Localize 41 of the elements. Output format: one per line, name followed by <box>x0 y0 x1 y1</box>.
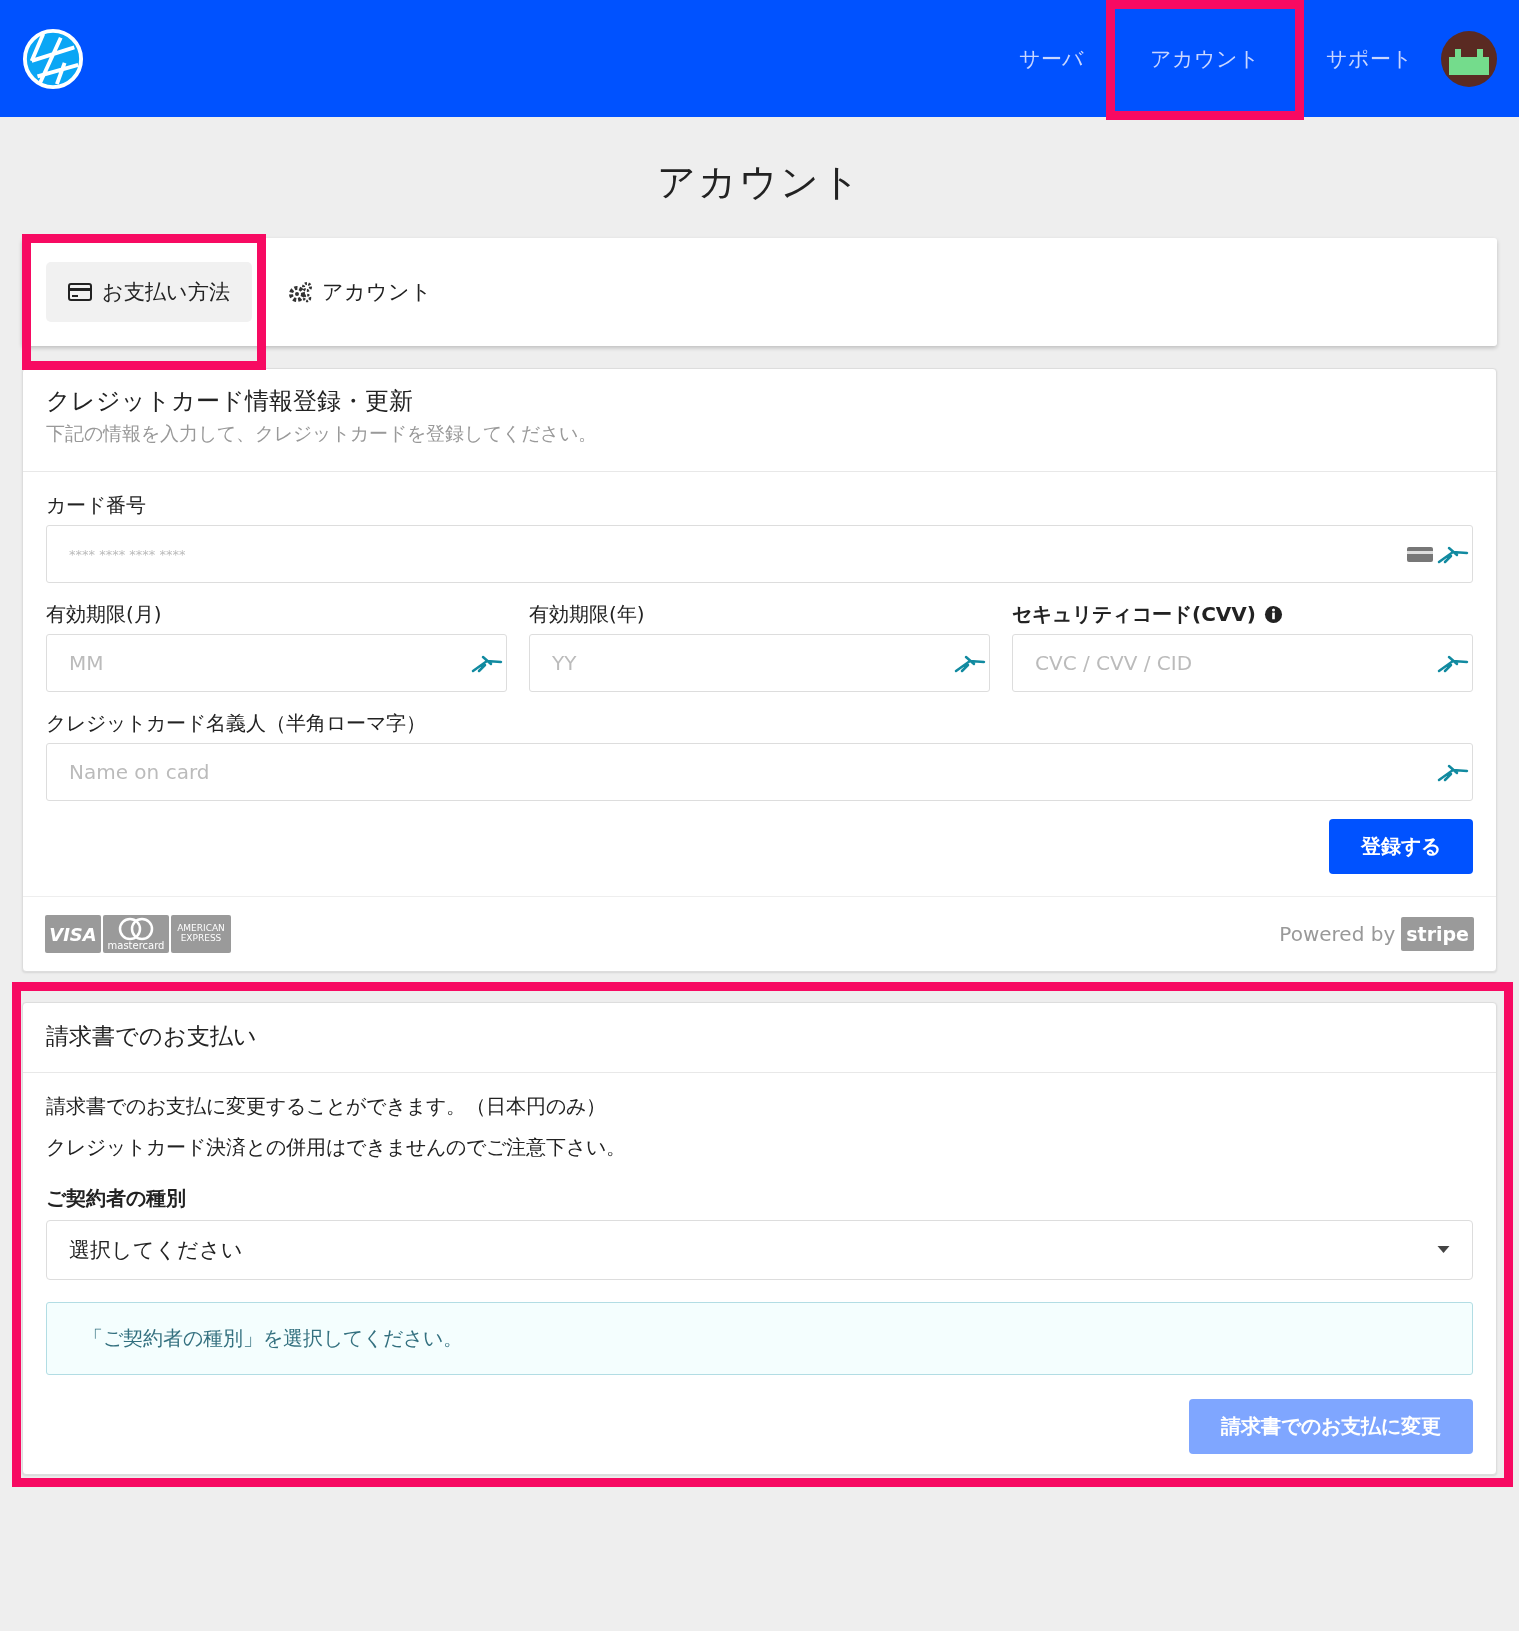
input-field[interactable]: Name on card <box>46 743 1473 801</box>
register-button[interactable]: 登録する <box>1329 819 1473 874</box>
card-brand-logo: AMERICAN EXPRESS <box>171 915 231 953</box>
powered-by-text: Powered by <box>1279 922 1396 946</box>
input-field[interactable]: **** **** **** **** <box>46 525 1473 583</box>
swoosh-icon <box>1437 544 1469 564</box>
field-label: ご契約者の種別 <box>46 1185 187 1212</box>
swoosh-icon <box>1437 762 1469 782</box>
stripe-logo: stripe <box>1401 917 1474 951</box>
tab[interactable]: アカウント <box>266 262 454 322</box>
card-brand-logo: VISA <box>45 915 101 953</box>
input-field[interactable]: CVC / CVV / CID <box>1012 634 1473 692</box>
field-label: クレジットカード名義人（半角ローマ字） <box>46 710 426 737</box>
avatar-icon[interactable] <box>1441 30 1497 87</box>
panel-title: クレジットカード情報登録・更新 <box>46 386 414 417</box>
swoosh-icon <box>471 653 503 673</box>
field-label: セキュリティコード(CVV) <box>1012 601 1256 628</box>
field-label: 有効期限(月) <box>46 601 162 628</box>
credit-card-icon <box>68 283 92 301</box>
input-field[interactable]: YY <box>529 634 990 692</box>
contractor-type-select[interactable]: 選択してください <box>46 1220 1473 1280</box>
gears-icon <box>288 281 312 303</box>
field-label: 有効期限(年) <box>529 601 645 628</box>
nav-link[interactable]: サポート <box>1304 0 1435 117</box>
tab[interactable]: お支払い方法 <box>46 262 252 322</box>
logo-icon[interactable] <box>22 27 84 90</box>
swoosh-icon <box>1437 653 1469 673</box>
nav-link[interactable]: サーバ <box>997 0 1106 117</box>
credit-card-icon <box>1407 545 1435 563</box>
page-title: アカウント <box>656 159 863 206</box>
panel-title: 請求書でのお支払い <box>23 1003 1496 1073</box>
nav-link[interactable]: アカウント <box>1106 0 1304 117</box>
info-text: クレジットカード決済との併用はできませんのでご注意下さい。 <box>46 1134 627 1161</box>
notice-alert: 「ご契約者の種別」を選択してください。 <box>46 1302 1473 1375</box>
card-brand-logo: mastercard <box>103 915 169 953</box>
input-field[interactable]: MM <box>46 634 507 692</box>
swoosh-icon <box>954 653 986 673</box>
field-label: カード番号 <box>46 492 146 519</box>
info-text: 請求書でのお支払に変更することができます。（日本円のみ） <box>46 1093 607 1120</box>
panel-subtitle: 下記の情報を入力して、クレジットカードを登録してください。 <box>46 421 598 446</box>
caret-icon <box>1437 1246 1450 1254</box>
